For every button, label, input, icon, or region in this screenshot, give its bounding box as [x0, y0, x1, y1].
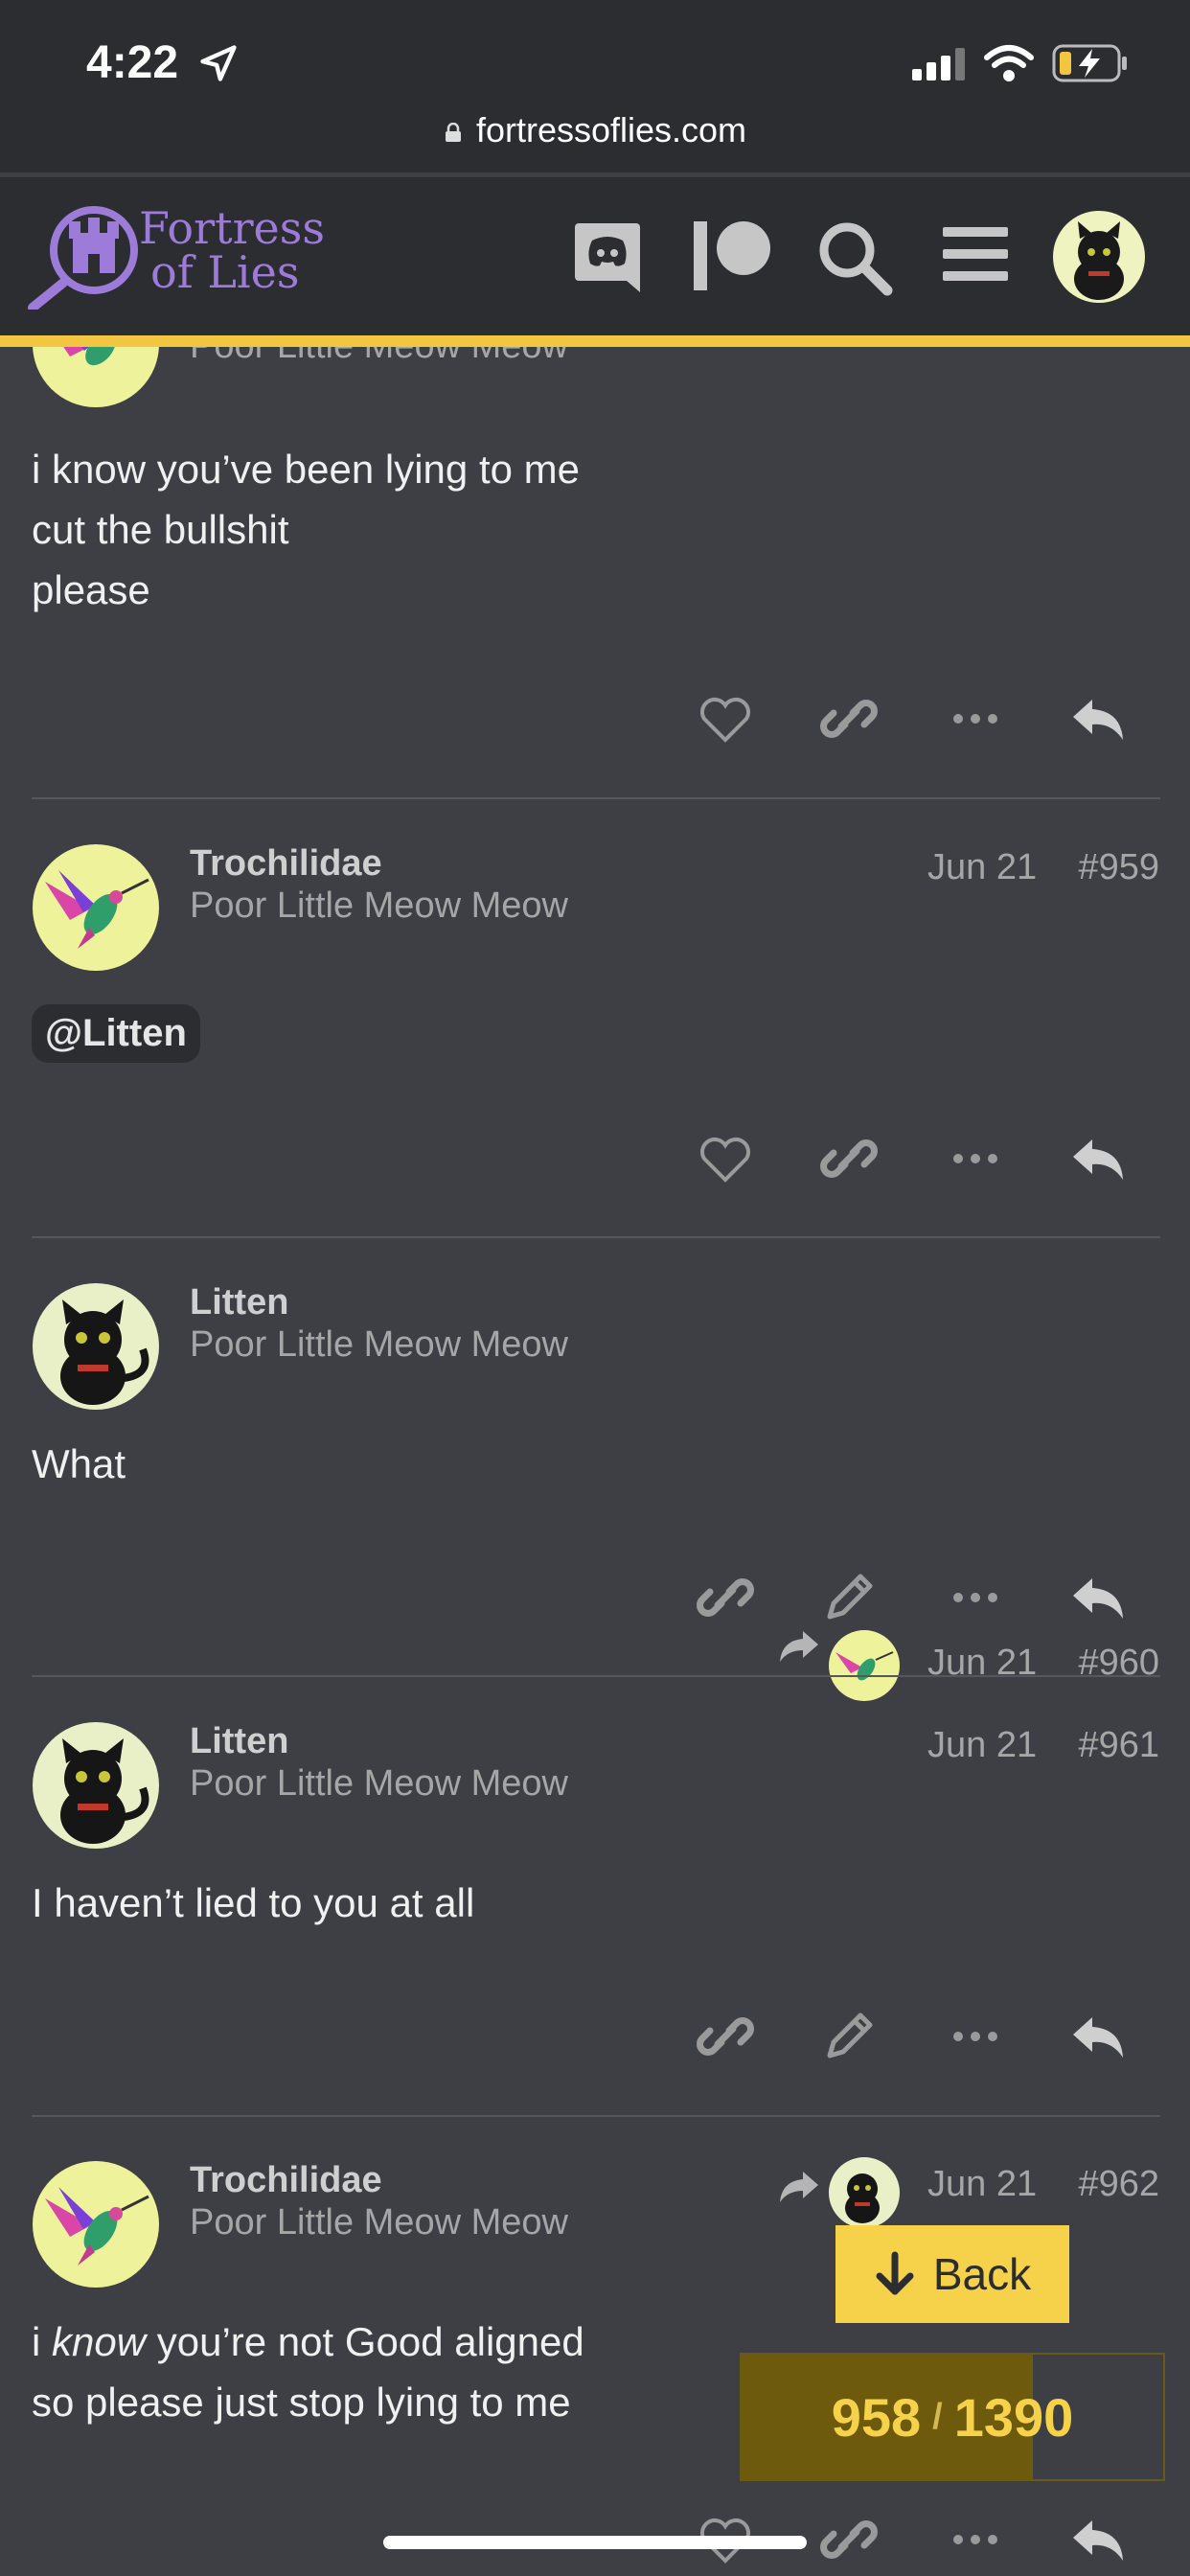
current-user-avatar[interactable]: [1052, 210, 1146, 304]
progress-current: 958: [831, 2386, 922, 2448]
discord-icon[interactable]: [573, 219, 642, 296]
site-logo-text: Fortress of Lies: [139, 206, 325, 294]
more-options-icon[interactable]: [947, 1130, 1004, 1187]
post-divider: [32, 1236, 1160, 1238]
like-heart-icon[interactable]: [697, 690, 754, 748]
post-line: so please just stop lying to me: [32, 2380, 571, 2425]
user-title: Poor Little Meow Meow: [190, 1324, 568, 1365]
post-line: i know you’ve been lying to me: [32, 447, 580, 492]
search-icon[interactable]: [816, 219, 893, 296]
post-body: i know you’re not Good aligned so please…: [32, 2312, 584, 2432]
user-title: Poor Little Meow Meow: [190, 1763, 568, 1804]
post-body: I haven’t lied to you at all: [32, 1880, 475, 1925]
reply-to-avatar[interactable]: [828, 1629, 901, 1702]
post-divider: [32, 2115, 1160, 2117]
post-body: What: [32, 1441, 126, 1486]
user-avatar-trochilidae[interactable]: [32, 2160, 160, 2288]
copy-link-icon[interactable]: [820, 690, 878, 748]
user-avatar-litten[interactable]: [32, 1282, 160, 1411]
text: i: [32, 2319, 52, 2364]
more-options-icon[interactable]: [947, 690, 1004, 748]
post-line: please: [32, 567, 150, 612]
post-number[interactable]: #960: [1078, 1643, 1159, 1684]
reply-icon[interactable]: [1069, 2511, 1127, 2568]
post-number[interactable]: #962: [1078, 2164, 1159, 2205]
post-date[interactable]: Jun 21: [927, 1643, 1037, 1684]
address-bar[interactable]: fortressoflies.com: [0, 110, 1190, 150]
status-time: 4:22: [86, 37, 179, 88]
post-divider: [32, 1675, 1160, 1677]
user-avatar-trochilidae[interactable]: [32, 843, 160, 972]
arrow-down-icon: [876, 2251, 914, 2295]
copy-link-icon[interactable]: [820, 1130, 878, 1187]
post-line: cut the bullshit: [32, 507, 289, 552]
site-header: Fortress of Lies: [0, 177, 1190, 335]
edit-pencil-icon[interactable]: [820, 2008, 878, 2065]
like-heart-icon[interactable]: [697, 1130, 754, 1187]
user-avatar-trochilidae[interactable]: [32, 347, 160, 408]
url-text: fortressoflies.com: [475, 110, 747, 150]
reply-to-avatar[interactable]: [828, 2156, 901, 2229]
reply-icon[interactable]: [1069, 2008, 1127, 2065]
patreon-icon[interactable]: [692, 219, 772, 292]
more-options-icon[interactable]: [947, 1569, 1004, 1626]
logo-line-2: of Lies: [150, 246, 300, 298]
cellular-signal-icon: [912, 48, 965, 80]
username[interactable]: Litten: [190, 1282, 288, 1323]
status-bar: 4:22 fortressoflies.com: [0, 0, 1190, 172]
reply-icon[interactable]: [1069, 1130, 1127, 1187]
more-options-icon[interactable]: [947, 2008, 1004, 2065]
back-button[interactable]: Back: [835, 2225, 1069, 2323]
username[interactable]: Trochilidae: [190, 843, 382, 885]
post-divider: [32, 797, 1160, 799]
hamburger-menu-icon[interactable]: [941, 219, 1010, 288]
emphasized-text: know: [52, 2319, 147, 2364]
header-accent-line: [0, 335, 1190, 347]
back-button-label: Back: [932, 2249, 1032, 2299]
copy-link-icon[interactable]: [820, 2511, 878, 2568]
user-title: Poor Little Meow Meow: [190, 347, 568, 367]
progress-total: 1390: [953, 2386, 1074, 2448]
text: you’re not Good aligned: [146, 2319, 584, 2364]
lock-icon: [445, 123, 461, 143]
progress-label: 958/1390: [742, 2355, 1163, 2479]
user-title: Poor Little Meow Meow: [190, 2202, 568, 2242]
post-line: i know you’re not Good aligned: [32, 2312, 584, 2372]
home-indicator[interactable]: [383, 2536, 807, 2549]
user-title: Poor Little Meow Meow: [190, 886, 568, 926]
user-avatar-litten[interactable]: [32, 1721, 160, 1850]
copy-link-icon[interactable]: [697, 2008, 754, 2065]
logo-line-1: Fortress: [139, 202, 325, 254]
reply-to-arrow-icon[interactable]: [778, 2168, 820, 2206]
location-arrow-icon: [200, 45, 237, 81]
topic-progress[interactable]: 958/1390: [740, 2353, 1165, 2481]
reply-icon[interactable]: [1069, 1569, 1127, 1626]
more-options-icon[interactable]: [947, 2511, 1004, 2568]
copy-link-icon[interactable]: [697, 1569, 754, 1626]
post-date[interactable]: Jun 21: [927, 847, 1037, 888]
username[interactable]: Trochilidae: [190, 2160, 382, 2201]
reply-to-arrow-icon[interactable]: [778, 1627, 820, 1666]
progress-separator: /: [932, 2396, 943, 2437]
reply-icon[interactable]: [1069, 690, 1127, 748]
username[interactable]: Litten: [190, 1721, 288, 1762]
post-number[interactable]: #961: [1078, 1725, 1159, 1766]
post-number[interactable]: #959: [1078, 847, 1159, 888]
edit-pencil-icon[interactable]: [820, 1569, 878, 1626]
wifi-icon: [984, 45, 1034, 81]
post-date[interactable]: Jun 21: [927, 1725, 1037, 1766]
fortress-magnifier-logo-icon: [28, 206, 138, 310]
post-body: i know you’ve been lying to me cut the b…: [32, 439, 580, 620]
post-date[interactable]: Jun 21: [927, 2164, 1037, 2205]
battery-charging-icon: [1052, 44, 1127, 82]
user-mention[interactable]: @Litten: [32, 1004, 200, 1063]
